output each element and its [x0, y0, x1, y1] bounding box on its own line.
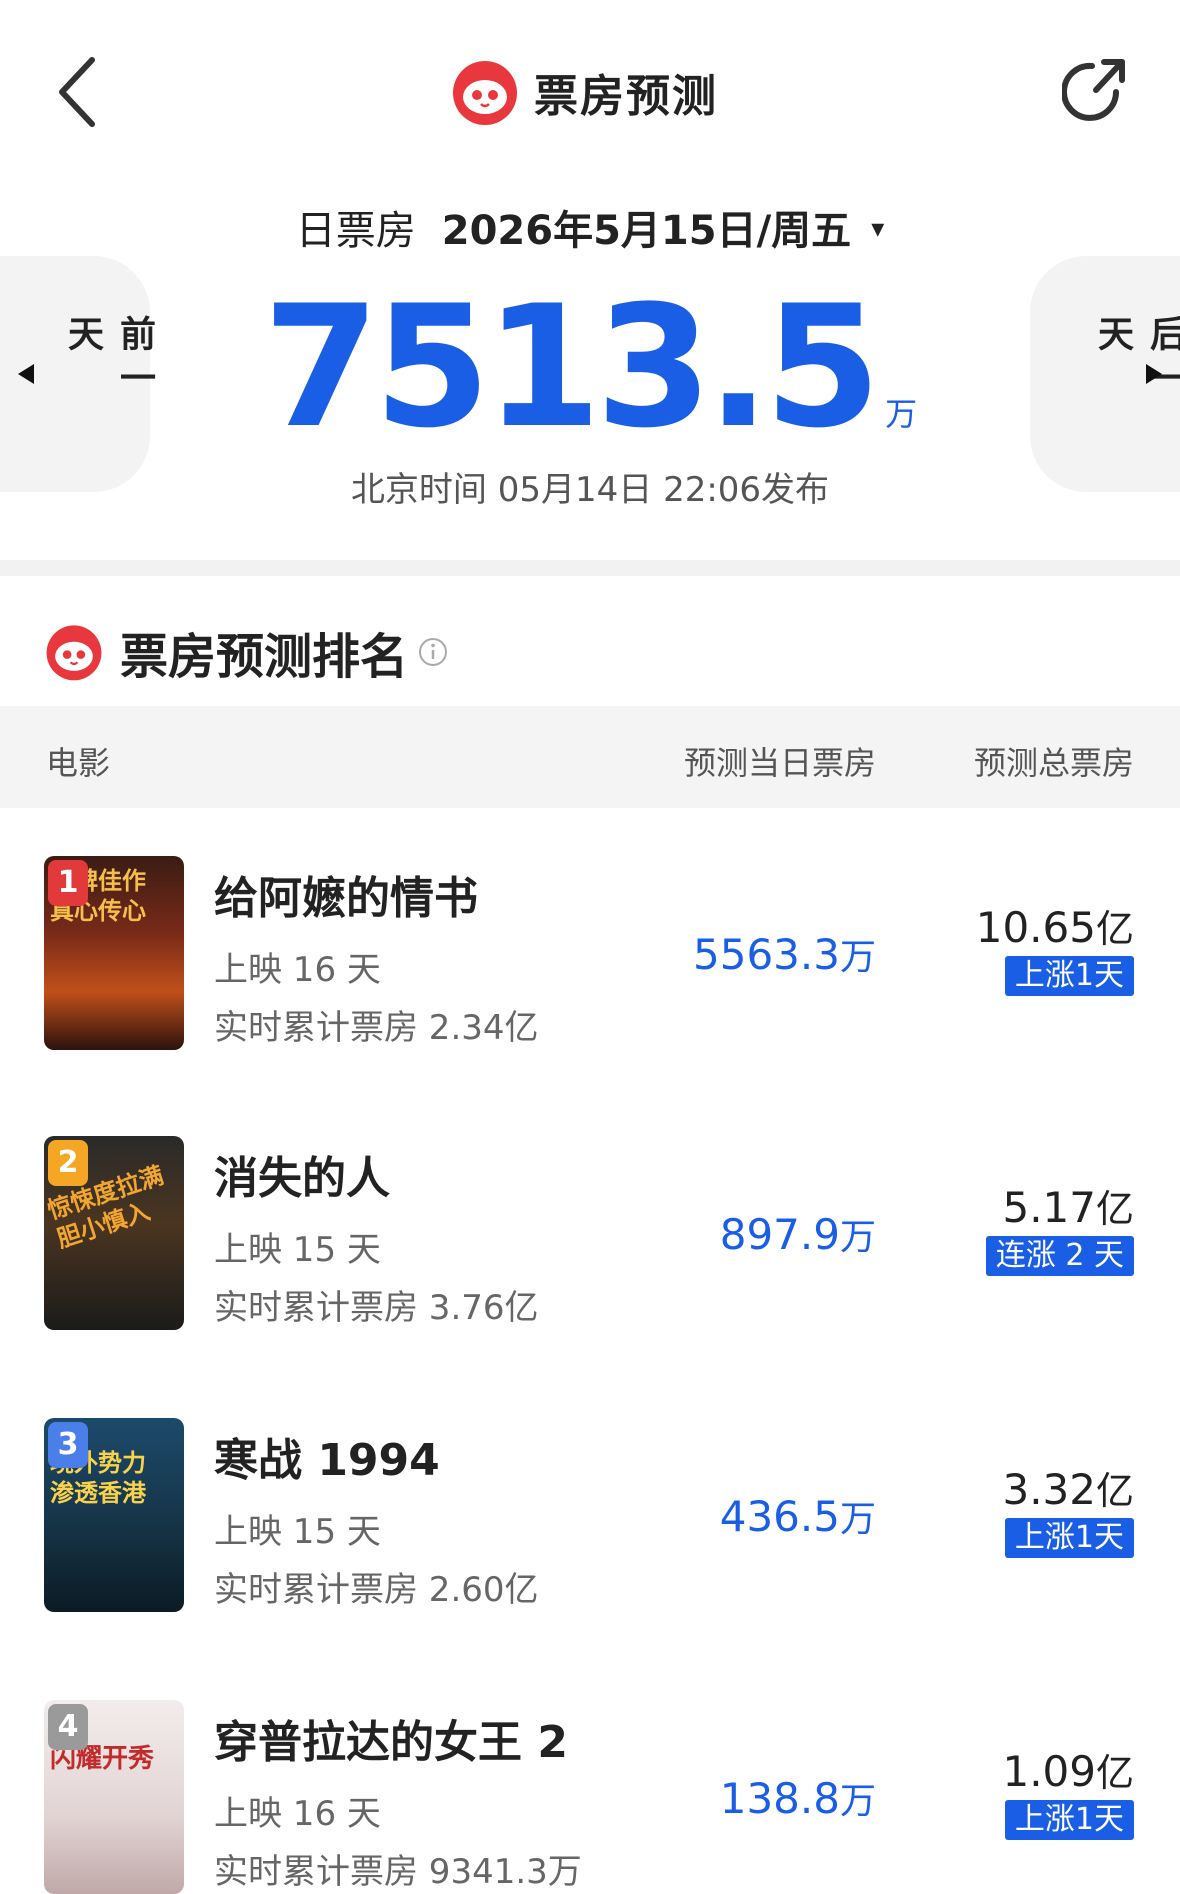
section-divider: [0, 560, 1180, 576]
total-forecast-number: 10.65: [975, 903, 1096, 952]
days-in-release: 上映 15 天: [214, 1230, 381, 1270]
cumulative-box-office: 实时累计票房 2.60亿: [214, 1570, 539, 1610]
total-forecast-number: 3.32: [1002, 1465, 1096, 1514]
box-office-value: 7513.5: [262, 269, 881, 465]
rank-badge: 2: [48, 1140, 88, 1186]
trend-badge: 上涨1天: [1004, 956, 1134, 996]
total-forecast-value: 10.65亿: [976, 898, 1134, 953]
ranking-title: 票房预测排名: [120, 629, 409, 685]
total-forecast-value: 5.17亿: [1002, 1178, 1134, 1233]
day-forecast-number: 138.8: [719, 1774, 840, 1823]
selected-date: 2026年5月15日/周五: [441, 208, 852, 254]
cumulative-box-office: 实时累计票房 2.34亿: [214, 1008, 539, 1048]
table-row[interactable]: 闪耀开秀 4 穿普拉达的女王 2 上映 16 天 实时累计票房 9341.3万 …: [0, 1654, 1180, 1894]
day-forecast-unit: 万: [839, 1217, 876, 1258]
info-icon[interactable]: [418, 637, 448, 667]
total-forecast-unit: 亿: [1095, 1469, 1134, 1513]
cat-logo-icon: [453, 61, 517, 125]
ranking-header: 票房预测排名: [44, 616, 448, 688]
publish-time: 北京时间 05月14日 22:06发布: [350, 470, 830, 510]
movie-poster[interactable]: 口碑佳作 真心传心 1: [44, 856, 184, 1050]
share-icon[interactable]: [1061, 52, 1132, 126]
days-in-release: 上映 16 天: [214, 950, 381, 990]
movie-poster[interactable]: 境外势力 渗透香港 3: [44, 1418, 184, 1612]
day-forecast-number: 436.5: [719, 1492, 840, 1541]
day-forecast-value: 5563.3万: [693, 928, 876, 980]
total-forecast-unit: 亿: [1095, 907, 1134, 951]
table-header: 电影 预测当日票房 预测总票房: [0, 706, 1180, 808]
column-total-forecast: 预测总票房: [973, 744, 1134, 782]
day-forecast-value: 138.8万: [720, 1772, 876, 1824]
total-forecast-unit: 亿: [1095, 1751, 1134, 1795]
daily-box-office-total: 7513.5 万: [0, 282, 1180, 452]
trend-badge: 上涨1天: [1004, 1518, 1134, 1558]
movie-title: 给阿嬷的情书: [214, 873, 478, 924]
day-forecast-number: 5563.3: [693, 930, 840, 979]
day-forecast-unit: 万: [839, 1499, 876, 1540]
movie-poster[interactable]: 惊悚度拉满 胆小慎入 2: [44, 1136, 184, 1330]
trend-badge: 连涨 2 天: [985, 1236, 1134, 1276]
trend-badge: 上涨1天: [1004, 1800, 1134, 1840]
rank-badge: 3: [48, 1422, 88, 1468]
total-forecast-number: 5.17: [1002, 1183, 1096, 1232]
movie-title: 寒战 1994: [214, 1435, 440, 1486]
cumulative-box-office: 实时累计票房 3.76亿: [214, 1288, 539, 1328]
total-forecast-value: 1.09亿: [1002, 1742, 1134, 1797]
date-type-label: 日票房: [295, 208, 416, 254]
day-forecast-unit: 万: [839, 1781, 876, 1822]
movie-poster[interactable]: 闪耀开秀 4: [44, 1700, 184, 1894]
day-forecast-number: 897.9: [719, 1210, 840, 1259]
cat-logo-icon: [46, 625, 102, 681]
total-forecast-number: 1.09: [1002, 1747, 1096, 1796]
total-forecast-unit: 亿: [1095, 1187, 1134, 1231]
day-forecast-unit: 万: [839, 937, 876, 978]
movie-title: 穿普拉达的女王 2: [214, 1717, 568, 1768]
total-forecast-value: 3.32亿: [1002, 1460, 1134, 1515]
column-movie: 电影: [46, 744, 111, 782]
table-row[interactable]: 口碑佳作 真心传心 1 给阿嬷的情书 上映 16 天 实时累计票房 2.34亿 …: [0, 808, 1180, 1090]
app-title-group: 票房预测: [450, 52, 718, 132]
days-in-release: 上映 16 天: [214, 1794, 381, 1834]
rank-badge: 1: [48, 860, 88, 906]
column-day-forecast: 预测当日票房: [683, 744, 876, 782]
box-office-unit: 万: [885, 395, 918, 433]
back-arrow-icon[interactable]: [52, 52, 112, 132]
table-row[interactable]: 惊悚度拉满 胆小慎入 2 消失的人 上映 15 天 实时累计票房 3.76亿 8…: [0, 1090, 1180, 1372]
table-row[interactable]: 境外势力 渗透香港 3 寒战 1994 上映 15 天 实时累计票房 2.60亿…: [0, 1372, 1180, 1654]
chevron-down-icon: ▾: [871, 214, 885, 244]
movie-title: 消失的人: [214, 1153, 390, 1204]
page-title: 票房预测: [534, 71, 718, 122]
rank-badge: 4: [48, 1704, 88, 1750]
day-forecast-value: 436.5万: [720, 1490, 876, 1542]
top-bar: 票房预测: [0, 0, 1180, 180]
days-in-release: 上映 15 天: [214, 1512, 381, 1552]
date-selector[interactable]: 日票房 2026年5月15日/周五 ▾: [0, 198, 1180, 256]
day-forecast-value: 897.9万: [720, 1208, 876, 1260]
